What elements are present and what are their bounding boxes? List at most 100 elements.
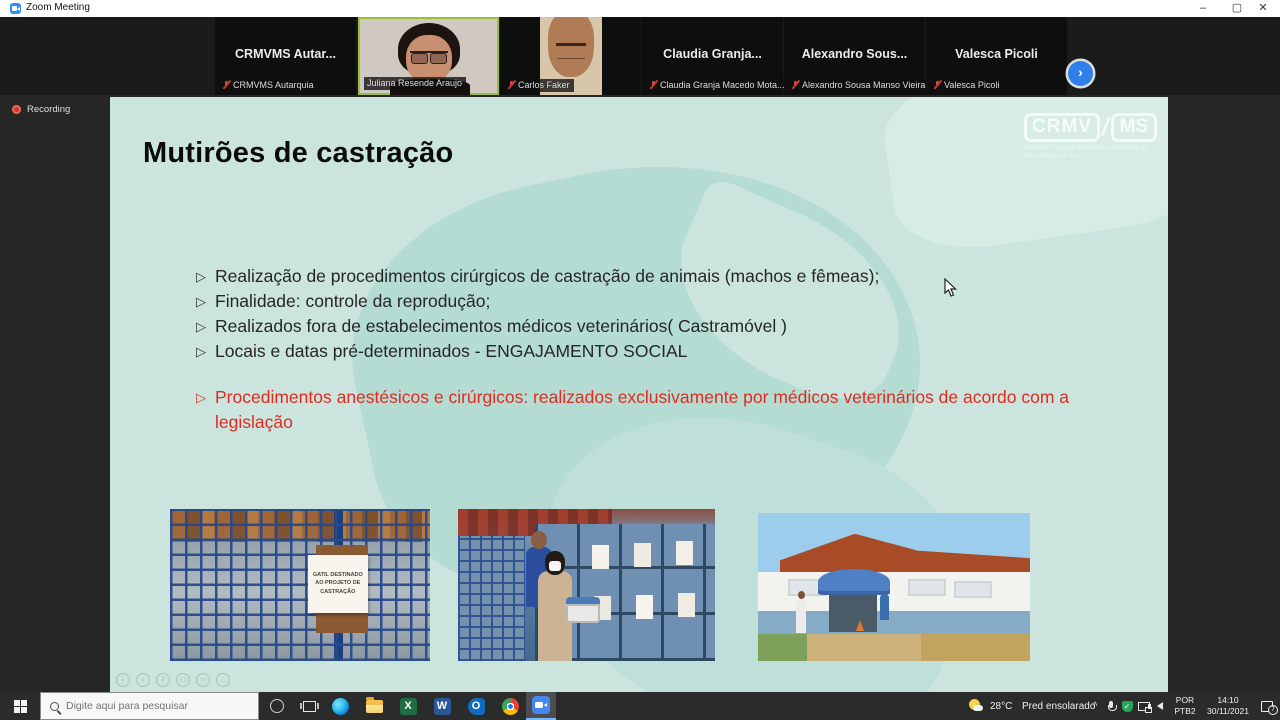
weather-temp[interactable]: 28°C — [990, 692, 1012, 720]
close-button[interactable]: ✕ — [1248, 1, 1278, 16]
bullet-item: ▷ Locais e datas pré-determinados - ENGA… — [196, 339, 1126, 364]
participant-tile-juliana[interactable]: Juliana Resende Araujo — [358, 17, 499, 95]
next-slide-icon[interactable]: › — [136, 673, 150, 687]
taskbar-word[interactable]: W — [426, 692, 458, 720]
participant-tile-crmvms[interactable]: CRMVMS Autar... CRMVMS Autarquia — [215, 17, 357, 95]
slide-bullets: ▷ Realização de procedimentos cirúrgicos… — [196, 264, 1126, 364]
taskbar-chrome[interactable] — [494, 692, 526, 720]
notification-count-badge: 7 — [1268, 705, 1278, 715]
windows-logo-icon — [14, 700, 27, 713]
taskbar-outlook[interactable]: O — [460, 692, 492, 720]
mic-muted-icon — [222, 80, 230, 90]
notification-center-button[interactable]: 7 — [1256, 692, 1278, 720]
cage-sign: GATIL DESTINADO AO PROJETO DE CASTRAÇÃO — [308, 555, 368, 613]
task-view-icon — [303, 701, 316, 712]
date: 30/11/2021 — [1207, 706, 1249, 717]
photo-kennel-lockers — [458, 509, 715, 661]
zoom-slide-icon[interactable]: ○ — [196, 673, 210, 687]
chevron-up-icon: ^ — [1093, 701, 1098, 712]
search-icon — [50, 702, 59, 711]
more-options-icon[interactable]: … — [216, 673, 230, 687]
tray-microphone[interactable] — [1104, 692, 1118, 720]
slide-title: Mutirões de castração — [143, 137, 453, 170]
cortana-button[interactable] — [262, 692, 292, 720]
participant-title: Alexandro Sous... — [784, 47, 925, 61]
taskbar-excel[interactable]: X — [392, 692, 424, 720]
participant-tile-claudia[interactable]: Claudia Granja... Claudia Granja Macedo … — [642, 17, 784, 95]
windows-taskbar: X W O 28°C Pred ensolarado ^ ✓ POR PTB2 — [0, 692, 1280, 720]
cortana-icon — [270, 699, 284, 713]
start-button[interactable] — [0, 692, 40, 720]
pen-icon[interactable]: / — [156, 673, 170, 687]
presenter-controls: ‹ › / □ ○ … — [116, 673, 230, 687]
chrome-icon — [502, 698, 519, 715]
recording-dot-icon — [12, 105, 21, 114]
speaker-icon — [1157, 702, 1163, 710]
taskbar-edge[interactable] — [324, 692, 356, 720]
bullet-arrow-icon: ▷ — [196, 339, 206, 364]
bullet-arrow-icon: ▷ — [196, 385, 206, 435]
excel-icon: X — [400, 698, 417, 715]
mic-muted-icon — [791, 80, 799, 90]
participant-name-badge: Juliana Resende Araujo — [364, 77, 466, 90]
shield-check-icon: ✓ — [1122, 701, 1133, 712]
weather-sun-cloud-icon — [969, 699, 983, 713]
participant-name-badge: Valesca Picoli — [930, 79, 1003, 92]
edge-icon — [332, 698, 349, 715]
tray-expand-button[interactable]: ^ — [1088, 692, 1102, 720]
bullet-item-red: ▷ Procedimentos anestésicos e cirúrgicos… — [196, 385, 1118, 435]
file-explorer-icon — [366, 700, 383, 713]
word-icon: W — [434, 698, 451, 715]
mic-muted-icon — [649, 80, 657, 90]
task-view-button[interactable] — [294, 692, 324, 720]
notification-icon: 7 — [1261, 701, 1273, 712]
participant-tile-valesca[interactable]: Valesca Picoli Valesca Picoli — [926, 17, 1068, 95]
bullet-arrow-icon: ▷ — [196, 264, 206, 289]
search-input[interactable] — [66, 700, 246, 712]
language-indicator[interactable]: POR PTB2 — [1168, 692, 1202, 720]
participant-strip: CRMVMS Autar... CRMVMS Autarquia Juliana… — [0, 17, 1280, 95]
outlook-icon: O — [468, 698, 485, 715]
participant-tile-alexandro[interactable]: Alexandro Sous... Alexandro Sousa Manso … — [784, 17, 926, 95]
prev-slide-icon[interactable]: ‹ — [116, 673, 130, 687]
taskbar-file-explorer[interactable] — [358, 692, 390, 720]
mic-muted-icon — [933, 80, 941, 90]
bullet-arrow-icon: ▷ — [196, 289, 206, 314]
microphone-icon — [1108, 701, 1115, 712]
next-participants-button[interactable]: › — [1068, 61, 1093, 86]
photo-clinic-building — [758, 513, 1030, 661]
participant-name-badge: CRMVMS Autarquia — [219, 79, 318, 92]
window-title: Zoom Meeting — [26, 2, 90, 13]
crmvms-logo: CRMV / MS Conselho Regional de Medicina … — [1024, 113, 1156, 160]
tray-volume[interactable] — [1152, 692, 1168, 720]
participant-title: Claudia Granja... — [642, 47, 783, 61]
bullet-item: ▷ Realização de procedimentos cirúrgicos… — [196, 264, 1126, 289]
participant-tile-carlos[interactable]: Carlos Faker — [500, 17, 642, 95]
window-titlebar: Zoom Meeting – ▢ ✕ — [0, 0, 1280, 17]
taskbar-search[interactable] — [40, 692, 259, 720]
participant-title: CRMVMS Autar... — [215, 47, 356, 61]
weather-desc[interactable]: Pred ensolarado — [1022, 692, 1095, 720]
participant-title: Valesca Picoli — [926, 47, 1067, 61]
photo-cattery-cage: GATIL DESTINADO AO PROJETO DE CASTRAÇÃO — [170, 509, 430, 661]
mic-muted-icon — [507, 80, 515, 90]
shared-screen-slide: Mutirões de castração CRMV / MS Conselho… — [110, 97, 1168, 692]
bullet-arrow-icon: ▷ — [196, 314, 206, 339]
show-slides-icon[interactable]: □ — [176, 673, 190, 687]
taskbar-zoom-active[interactable] — [526, 692, 556, 720]
participant-name-badge: Claudia Granja Macedo Mota... — [646, 79, 789, 92]
glasses — [410, 51, 448, 61]
participant-name-badge: Carlos Faker — [504, 79, 574, 92]
weather-widget[interactable] — [966, 692, 986, 720]
bullet-item: ▷ Realizados fora de estabelecimentos mé… — [196, 314, 1126, 339]
tray-security[interactable]: ✓ — [1119, 692, 1135, 720]
crmvms-logo-subtitle: Conselho Regional de Medicina Veterinári… — [1024, 145, 1156, 160]
clock[interactable]: 14:10 30/11/2021 — [1202, 692, 1254, 720]
bullet-item: ▷ Finalidade: controle da reprodução; — [196, 289, 1126, 314]
recording-indicator: Recording — [12, 104, 70, 115]
zoom-app-icon — [10, 3, 21, 14]
participant-name-badge: Alexandro Sousa Manso Vieira — [788, 79, 929, 92]
minimize-button[interactable]: – — [1188, 1, 1218, 16]
time: 14:10 — [1207, 695, 1249, 706]
mouse-cursor — [944, 278, 957, 297]
